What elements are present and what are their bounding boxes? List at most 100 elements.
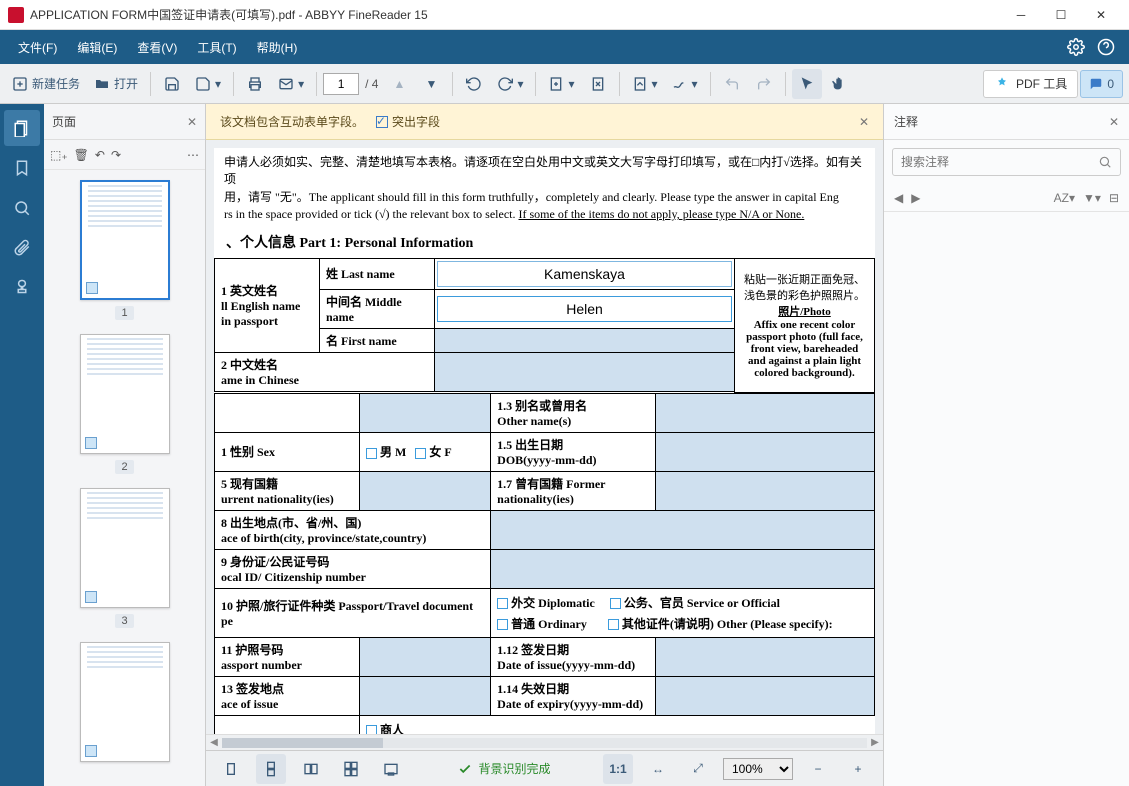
document-viewport[interactable]: 申请人必须如实、完整、清楚地填写本表格。请逐项在空白处用中文或英文大写字母打印填… <box>206 140 883 734</box>
field-dob[interactable] <box>656 432 875 471</box>
field-last-name[interactable] <box>437 261 732 287</box>
menu-tools[interactable]: 工具(T) <box>187 33 246 62</box>
fullscreen-view[interactable] <box>376 754 406 784</box>
field-nationality[interactable] <box>360 471 491 510</box>
annot-close-icon[interactable]: ✕ <box>1109 115 1119 129</box>
field-first-name[interactable] <box>435 328 735 352</box>
label-english-name: 1 英文姓名 ll English name in passport <box>215 258 320 352</box>
thumb-1[interactable]: 1 <box>44 180 205 320</box>
thumb-3[interactable]: 3 <box>44 488 205 628</box>
thumb-4[interactable] <box>44 642 205 762</box>
help-icon[interactable] <box>1091 32 1121 62</box>
more-icon[interactable]: ⋯ <box>187 148 199 162</box>
field-issue-date[interactable] <box>656 637 875 676</box>
minimize-button[interactable]: ─ <box>1001 1 1041 29</box>
signature-button[interactable]: ▾ <box>666 69 704 99</box>
annot-prev[interactable]: ◀ <box>894 191 903 205</box>
label-birthplace: 8 出生地点(市、省/州、国) ace of birth(city, provi… <box>215 510 491 549</box>
field-issue-place[interactable] <box>360 676 491 715</box>
page-number-input[interactable] <box>323 73 359 95</box>
pdf-page: 申请人必须如实、完整、清楚地填写本表格。请逐项在空白处用中文或英文大写字母打印填… <box>214 148 875 734</box>
email-button[interactable]: ▾ <box>272 69 310 99</box>
checkbox-male[interactable] <box>366 448 377 459</box>
delete-icon[interactable]: 🗑 <box>74 148 89 162</box>
rotate-right-button[interactable]: ▾ <box>491 69 529 99</box>
rotate-left-button[interactable] <box>459 69 489 99</box>
field-expiry-date[interactable] <box>656 676 875 715</box>
checkbox-diplomatic[interactable] <box>497 598 508 609</box>
close-button[interactable]: ✕ <box>1081 1 1121 29</box>
field-middle-name[interactable] <box>437 296 732 322</box>
checkbox-ordinary[interactable] <box>497 619 508 630</box>
field-other-names[interactable] <box>656 393 875 432</box>
bookmarks-tab[interactable] <box>4 150 40 186</box>
single-page-view[interactable] <box>216 754 246 784</box>
zoom-in-button[interactable]: + <box>843 754 873 784</box>
maximize-button[interactable]: ☐ <box>1041 1 1081 29</box>
menu-edit[interactable]: 编辑(E) <box>67 33 127 62</box>
hand-tool[interactable] <box>824 69 854 99</box>
print-button[interactable] <box>240 69 270 99</box>
field-birthplace[interactable] <box>491 510 875 549</box>
extract-button[interactable]: ▾ <box>626 69 664 99</box>
attachments-tab[interactable] <box>4 230 40 266</box>
label-nationality: 5 现有国籍 urrent nationality(ies) <box>215 471 360 510</box>
infobar-close-icon[interactable]: ✕ <box>859 115 869 129</box>
save-as-button[interactable]: ▾ <box>189 69 227 99</box>
search-tab[interactable] <box>4 190 40 226</box>
menu-view[interactable]: 查看(V) <box>127 33 187 62</box>
annot-search-input[interactable] <box>901 155 1098 169</box>
save-button[interactable] <box>157 69 187 99</box>
fit-actual[interactable]: 1:1 <box>603 754 633 784</box>
annot-filter-icon[interactable]: ▼▾ <box>1083 191 1101 205</box>
continuous-view[interactable] <box>256 754 286 784</box>
pages-sidebar: 页面 ✕ ⬚₊ 🗑 ↶ ↷ ⋯ 1 2 3 <box>44 104 206 786</box>
field-id-number[interactable] <box>491 549 875 588</box>
redo-button[interactable] <box>749 69 779 99</box>
comment-count-badge[interactable]: 0 <box>1080 70 1123 98</box>
thumb-2[interactable]: 2 <box>44 334 205 474</box>
annot-next[interactable]: ▶ <box>911 191 920 205</box>
sidebar-close-icon[interactable]: ✕ <box>187 115 197 129</box>
open-button[interactable]: 打开 <box>88 69 144 99</box>
field-passport-number[interactable] <box>360 637 491 676</box>
annot-search[interactable] <box>892 148 1121 176</box>
checkbox-female[interactable] <box>415 448 426 459</box>
rotate-ccw-icon[interactable]: ↶ <box>95 148 105 162</box>
fit-width[interactable]: ↔ <box>643 754 673 784</box>
stamps-tab[interactable] <box>4 270 40 306</box>
horizontal-scrollbar[interactable]: ◀▶ <box>206 734 883 750</box>
rotate-cw-icon[interactable]: ↷ <box>111 148 121 162</box>
field-chinese-name-2[interactable] <box>360 393 491 432</box>
add-page-icon[interactable]: ⬚₊ <box>50 148 68 162</box>
checkbox-business[interactable] <box>366 725 377 734</box>
two-page-continuous-view[interactable] <box>336 754 366 784</box>
zoom-select[interactable]: 100% <box>723 758 793 780</box>
pdf-tools-button[interactable]: PDF 工具 <box>983 70 1078 98</box>
field-former-nationality[interactable] <box>656 471 875 510</box>
undo-button[interactable] <box>717 69 747 99</box>
zoom-out-button[interactable]: − <box>803 754 833 784</box>
label-expiry-date: 1.14 失效日期 Date of expiry(yyyy-mm-dd) <box>491 676 656 715</box>
fit-page[interactable]: ⤢ <box>683 754 713 784</box>
delete-page-button[interactable] <box>583 69 613 99</box>
annot-sort[interactable]: AZ▾ <box>1054 191 1075 205</box>
new-task-button[interactable]: 新建任务 <box>6 69 86 99</box>
settings-icon[interactable] <box>1061 32 1091 62</box>
annot-expand-icon[interactable]: ⊟ <box>1109 191 1119 205</box>
highlight-fields-checkbox[interactable]: 突出字段 <box>376 113 440 130</box>
checkbox-service[interactable] <box>610 598 621 609</box>
pointer-tool[interactable] <box>792 69 822 99</box>
label-dob: 1.5 出生日期 DOB(yyyy-mm-dd) <box>491 432 656 471</box>
next-page-button[interactable]: ▼ <box>416 69 446 99</box>
gov-cell: 前/现任议员 Former/incumbent member of parlia… <box>491 715 875 734</box>
two-page-view[interactable] <box>296 754 326 784</box>
label-passport-number: 11 护照号码 assport number <box>215 637 360 676</box>
prev-page-button[interactable]: ▲ <box>384 69 414 99</box>
pages-tab[interactable] <box>4 110 40 146</box>
add-page-button[interactable]: ▾ <box>542 69 580 99</box>
checkbox-other[interactable] <box>608 619 619 630</box>
menu-help[interactable]: 帮助(H) <box>247 33 308 62</box>
field-chinese-name[interactable] <box>435 352 735 391</box>
menu-file[interactable]: 文件(F) <box>8 33 67 62</box>
